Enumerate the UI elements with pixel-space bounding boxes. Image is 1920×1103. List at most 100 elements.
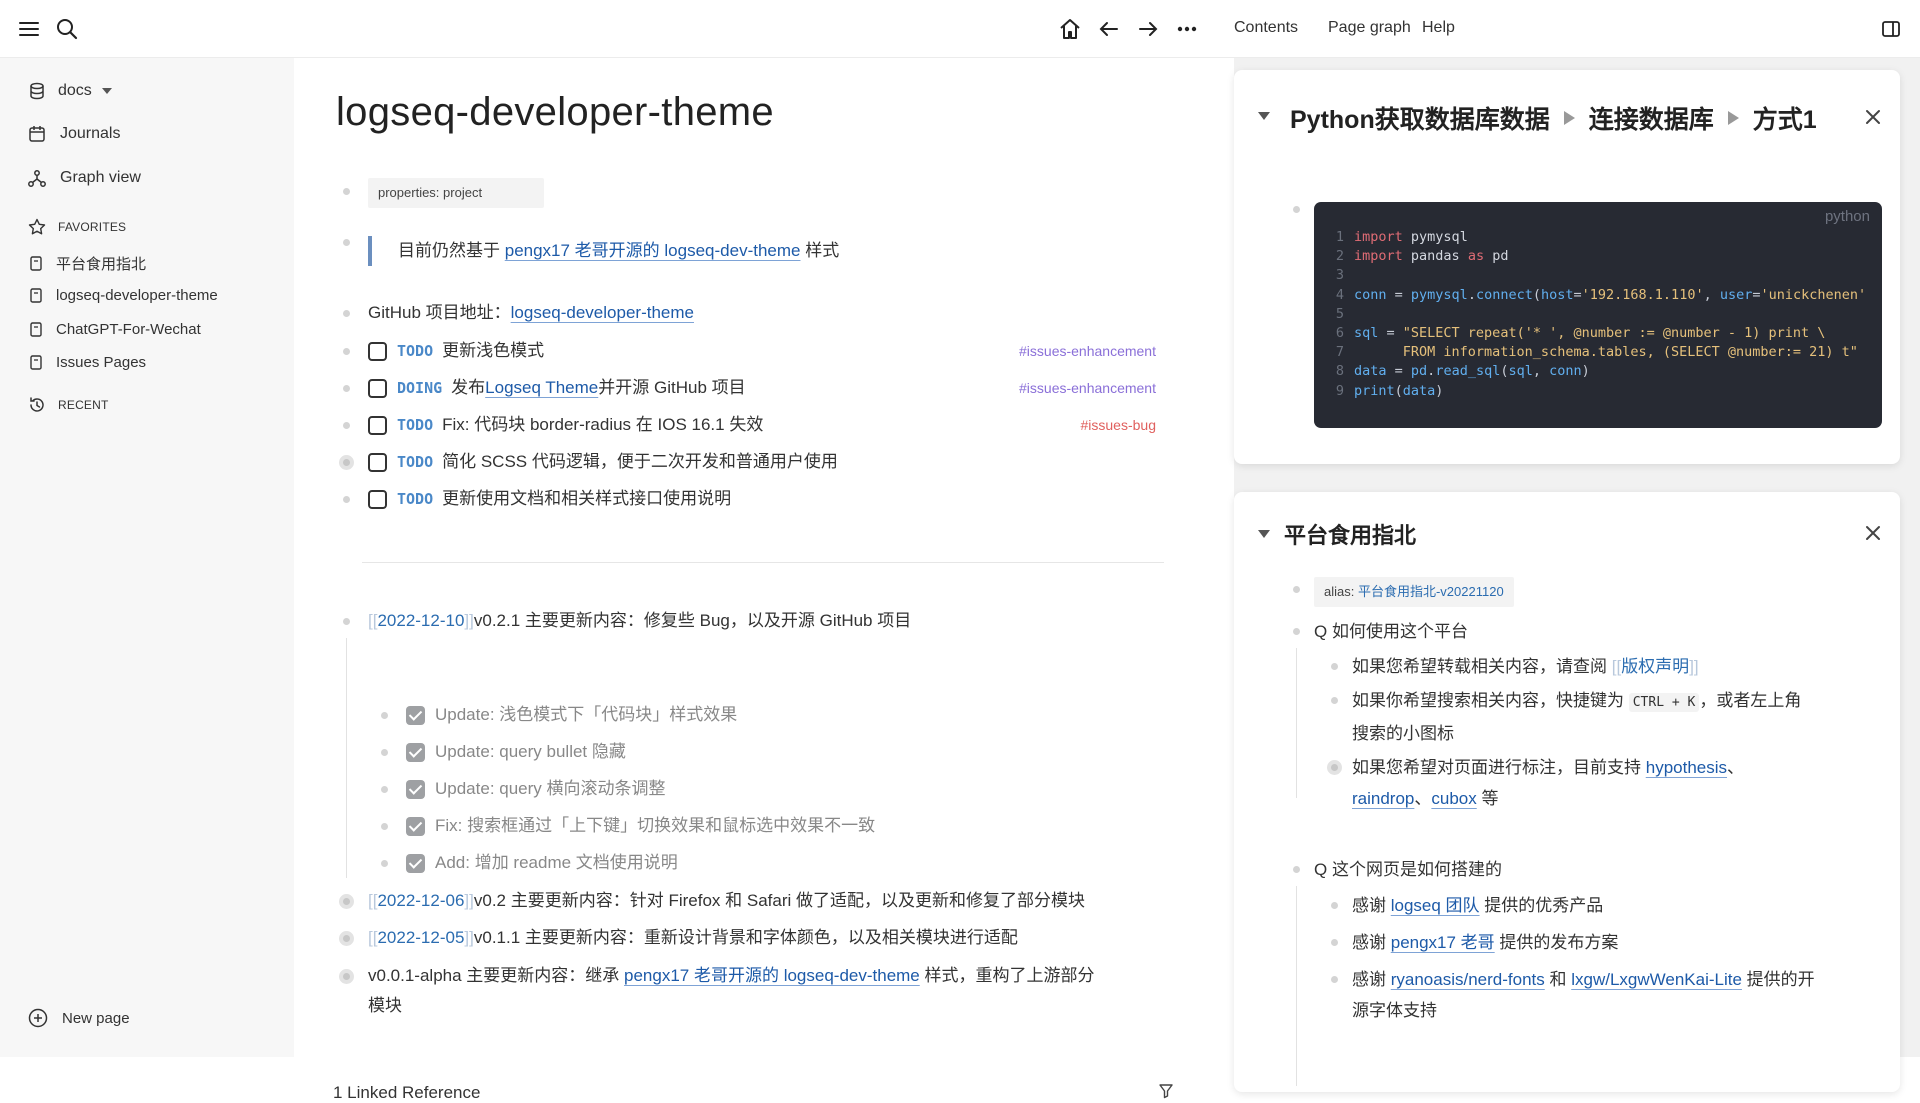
block-bullet[interactable] — [374, 737, 394, 767]
task-marker[interactable]: TODO — [397, 336, 433, 366]
answer-block[interactable]: 如果你希望搜索相关内容，快捷键为 CTRL + K ，或者左上角 搜索的小图标 — [1324, 685, 1884, 749]
page-graph-link[interactable]: Page graph — [1328, 19, 1411, 37]
answer-block[interactable]: 如果您希望对页面进行标注，目前支持 hypothesis、 raindrop、c… — [1324, 752, 1884, 814]
menu-icon[interactable] — [14, 14, 44, 44]
block-bullet[interactable] — [336, 336, 356, 366]
answer-block[interactable]: 如果您希望转载相关内容，请查阅 [[版权声明]] — [1324, 651, 1699, 682]
favorite-item[interactable]: Issues Pages — [30, 354, 146, 371]
recent-header[interactable]: RECENT — [28, 396, 109, 414]
block-bullet[interactable] — [1286, 194, 1306, 224]
date-ref[interactable]: 2022-12-05 — [377, 923, 464, 953]
copyright-link[interactable]: 版权声明 — [1621, 657, 1689, 676]
right-sidebar-toggle-icon[interactable] — [1876, 14, 1906, 44]
block-bullet[interactable] — [336, 606, 356, 636]
task-block[interactable]: DOING 发布 Logseq Theme 并开源 GitHub 项目 #iss… — [336, 373, 1156, 403]
changelog-block[interactable]: [[2022-12-06]] v0.2 主要更新内容：针对 Firefox 和 … — [336, 886, 1085, 916]
filter-icon[interactable] — [1158, 1083, 1174, 1099]
cubox-link[interactable]: cubox — [1431, 789, 1476, 808]
task-checkbox[interactable] — [368, 453, 387, 472]
card-title[interactable]: 平台食用指北 — [1284, 518, 1416, 550]
task-checkbox[interactable] — [368, 342, 387, 361]
answer-block[interactable]: 感谢 pengx17 老哥 提供的发布方案 — [1324, 927, 1618, 958]
pengx17-link[interactable]: pengx17 老哥 — [1391, 933, 1495, 952]
block-bullet[interactable] — [1286, 854, 1306, 884]
block-bullet[interactable] — [1324, 890, 1344, 920]
back-arrow-icon[interactable] — [1094, 14, 1124, 44]
code-block[interactable]: python 1 import pymysql 2 import pandas as… — [1314, 202, 1882, 428]
block-bullet[interactable] — [336, 176, 356, 206]
collapsed-bullet[interactable] — [336, 923, 356, 953]
alias-block[interactable]: alias: 平台食用指北-v20221120 — [1286, 574, 1514, 607]
task-tag[interactable]: #issues-bug — [1081, 410, 1157, 440]
block-bullet[interactable] — [336, 484, 356, 514]
task-marker[interactable]: TODO — [397, 447, 433, 477]
favorite-item[interactable]: 平台食用指北 — [30, 253, 146, 274]
answer-block[interactable]: 感谢 ryanoasis/nerd-fonts 和 lxgw/LxgwWenKa… — [1324, 964, 1884, 1026]
github-block[interactable]: GitHub 项目地址： logseq-developer-theme — [336, 298, 694, 328]
favorites-header[interactable]: FAVORITES — [28, 218, 126, 236]
breadcrumb-item[interactable]: 连接数据库 — [1589, 100, 1714, 136]
search-icon[interactable] — [52, 14, 82, 44]
block-bullet[interactable] — [1286, 574, 1306, 604]
block-bullet[interactable] — [336, 230, 356, 246]
contents-link[interactable]: Contents — [1234, 19, 1298, 37]
breadcrumb-item[interactable]: Python获取数据库数据 — [1290, 100, 1550, 136]
done-item[interactable]: Fix: 搜索框通过「上下键」切换效果和鼠标选中效果不一致 — [374, 811, 875, 841]
collapsed-bullet[interactable] — [1324, 752, 1344, 782]
help-link[interactable]: Help — [1422, 19, 1455, 37]
task-checkbox[interactable] — [368, 490, 387, 509]
collapse-caret-icon[interactable] — [1258, 530, 1270, 538]
close-icon[interactable] — [1862, 106, 1884, 128]
task-block[interactable]: TODO Fix: 代码块 border-radius 在 IOS 16.1 失… — [336, 410, 1156, 440]
collapsed-bullet[interactable] — [336, 886, 356, 916]
sidebar-item-journals[interactable]: Journals — [28, 125, 120, 143]
block-bullet[interactable] — [1324, 964, 1344, 994]
collapse-caret-icon[interactable] — [1258, 112, 1270, 120]
graph-selector[interactable]: docs — [28, 82, 112, 100]
raindrop-link[interactable]: raindrop — [1352, 789, 1414, 808]
more-icon[interactable] — [1172, 14, 1202, 44]
question-block[interactable]: Q 这个网页是如何搭建的 — [1286, 854, 1502, 885]
quote-block[interactable]: 目前仍然基于 pengx17 老哥开源的 logseq-dev-theme 样式 — [336, 230, 839, 266]
task-tag[interactable]: #issues-enhancement — [1019, 336, 1156, 366]
hypothesis-link[interactable]: hypothesis — [1646, 758, 1727, 777]
task-marker[interactable]: TODO — [397, 410, 433, 440]
task-tag[interactable]: #issues-enhancement — [1019, 373, 1156, 403]
block-bullet[interactable] — [374, 811, 394, 841]
lxgw-link[interactable]: lxgw/LxgwWenKai-Lite — [1571, 970, 1742, 989]
done-checkbox[interactable] — [406, 854, 425, 873]
new-page-button[interactable]: New page — [28, 1008, 130, 1028]
collapsed-bullet[interactable] — [336, 447, 356, 477]
done-checkbox[interactable] — [406, 706, 425, 725]
block-bullet[interactable] — [336, 298, 356, 328]
task-marker[interactable]: DOING — [397, 373, 442, 403]
page-title[interactable]: logseq-developer-theme — [336, 90, 774, 135]
done-item[interactable]: Update: query bullet 隐藏 — [374, 737, 626, 767]
close-icon[interactable] — [1862, 522, 1884, 544]
block-bullet[interactable] — [336, 373, 356, 403]
changelog-block[interactable]: v0.0.1-alpha 主要更新内容：继承 pengx17 老哥开源的 log… — [336, 961, 1186, 1021]
block-bullet[interactable] — [1286, 616, 1306, 646]
block-bullet[interactable] — [1324, 927, 1344, 957]
nerd-fonts-link[interactable]: ryanoasis/nerd-fonts — [1391, 970, 1545, 989]
answer-block[interactable]: 感谢 logseq 团队 提供的优秀产品 — [1324, 890, 1603, 921]
block-bullet[interactable] — [336, 410, 356, 440]
block-bullet[interactable] — [1324, 685, 1344, 715]
task-block[interactable]: TODO 更新使用文档和相关样式接口使用说明 — [336, 484, 1156, 514]
alpha-link[interactable]: pengx17 老哥开源的 logseq-dev-theme — [624, 966, 920, 985]
block-bullet[interactable] — [1324, 651, 1344, 681]
github-link[interactable]: logseq-developer-theme — [511, 298, 694, 328]
logseq-team-link[interactable]: logseq 团队 — [1391, 896, 1480, 915]
task-checkbox[interactable] — [368, 416, 387, 435]
done-item[interactable]: Update: query 横向滚动条调整 — [374, 774, 666, 804]
task-link[interactable]: Logseq Theme — [485, 373, 598, 403]
block-bullet[interactable] — [374, 774, 394, 804]
forward-arrow-icon[interactable] — [1133, 14, 1163, 44]
done-checkbox[interactable] — [406, 743, 425, 762]
done-checkbox[interactable] — [406, 780, 425, 799]
question-block[interactable]: Q 如何使用这个平台 — [1286, 616, 1468, 647]
date-ref[interactable]: 2022-12-06 — [377, 886, 464, 916]
block-bullet[interactable] — [374, 700, 394, 730]
done-item[interactable]: Add: 增加 readme 文档使用说明 — [374, 848, 678, 878]
favorite-item[interactable]: logseq-developer-theme — [30, 287, 218, 304]
